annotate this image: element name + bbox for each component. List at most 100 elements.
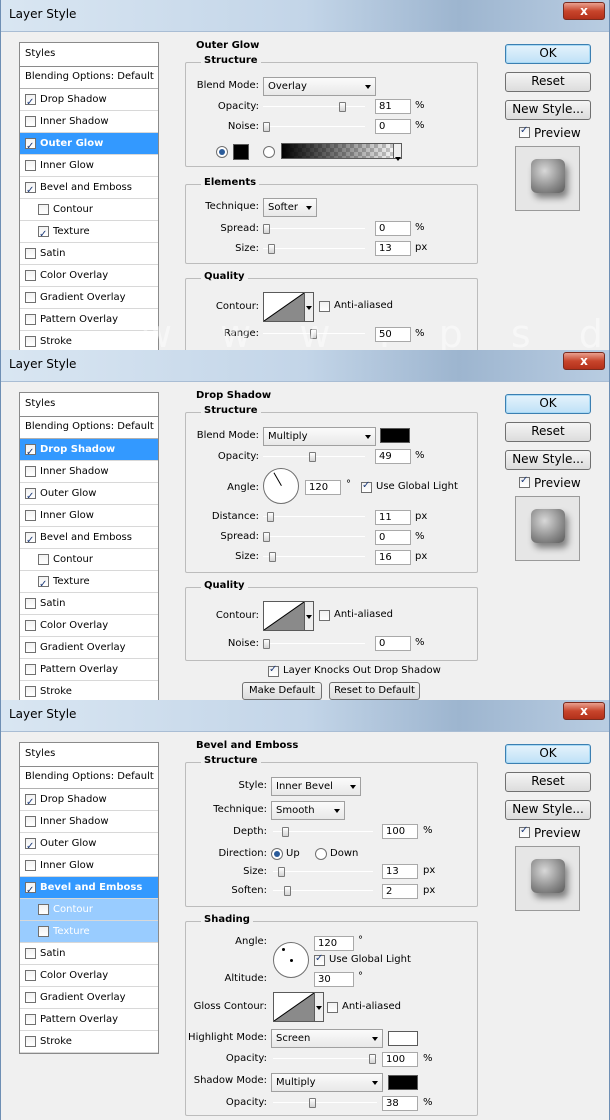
slider-thumb[interactable]	[263, 122, 270, 132]
opacity-field[interactable]: 49	[375, 449, 411, 464]
spread-slider[interactable]	[263, 223, 365, 235]
preview-checkbox[interactable]	[519, 825, 530, 838]
close-button[interactable]: x	[563, 2, 605, 20]
ok-button[interactable]: OK	[505, 394, 591, 414]
texture-checkbox[interactable]	[38, 574, 49, 595]
style-item-contour[interactable]: Contour	[20, 199, 158, 221]
slider-thumb[interactable]	[369, 1054, 376, 1064]
anti-aliased-checkbox[interactable]	[327, 1002, 338, 1013]
size-field[interactable]: 13	[375, 241, 411, 256]
blending-options-item[interactable]: Blending Options: Default	[20, 67, 158, 89]
size-slider[interactable]	[273, 866, 373, 878]
new-style-button[interactable]: New Style...	[505, 100, 591, 120]
style-item-bevel-and-emboss[interactable]: Bevel and Emboss	[20, 527, 158, 551]
pattern-overlay-checkbox[interactable]	[25, 1014, 36, 1025]
style-item-satin[interactable]: Satin	[20, 243, 158, 265]
altitude-field[interactable]: 30	[314, 972, 354, 987]
inner-shadow-checkbox[interactable]	[25, 116, 36, 127]
size-field[interactable]: 13	[382, 864, 418, 879]
preview-checkbox[interactable]	[519, 125, 530, 138]
slider-thumb[interactable]	[282, 827, 289, 837]
gradient-radio[interactable]	[263, 146, 275, 158]
soften-field[interactable]: 2	[382, 884, 418, 899]
gradient-dropdown-arrow[interactable]	[393, 143, 402, 161]
satin-checkbox[interactable]	[25, 948, 36, 959]
inner-glow-checkbox[interactable]	[25, 160, 36, 171]
stroke-checkbox[interactable]	[25, 336, 36, 347]
distance-field[interactable]: 11	[375, 510, 411, 525]
slider-thumb[interactable]	[278, 867, 285, 877]
bevel-and-emboss-checkbox[interactable]	[25, 180, 36, 201]
gradient-overlay-checkbox[interactable]	[25, 292, 36, 303]
styles-header[interactable]: Styles	[20, 393, 158, 417]
opacity-field[interactable]: 81	[375, 99, 411, 114]
knockout-checkbox[interactable]	[268, 664, 279, 677]
inner-shadow-checkbox[interactable]	[25, 816, 36, 827]
spread-field[interactable]: 0	[375, 221, 411, 236]
style-item-gradient-overlay[interactable]: Gradient Overlay	[20, 987, 158, 1009]
ok-button[interactable]: OK	[505, 44, 591, 64]
inner-glow-checkbox[interactable]	[25, 510, 36, 521]
style-item-gradient-overlay[interactable]: Gradient Overlay	[20, 637, 158, 659]
angle-dial[interactable]	[263, 468, 299, 504]
slider-thumb[interactable]	[339, 102, 346, 112]
pattern-overlay-checkbox[interactable]	[25, 314, 36, 325]
gradient-overlay-checkbox[interactable]	[25, 992, 36, 1003]
close-button[interactable]: x	[563, 702, 605, 720]
style-item-outer-glow[interactable]: Outer Glow	[20, 483, 158, 507]
bevel-and-emboss-checkbox[interactable]	[25, 530, 36, 551]
slider-thumb[interactable]	[267, 512, 274, 522]
texture-checkbox[interactable]	[38, 926, 49, 937]
shadow-opacity-slider[interactable]	[273, 1097, 377, 1109]
style-item-pattern-overlay[interactable]: Pattern Overlay	[20, 659, 158, 681]
style-item-inner-shadow[interactable]: Inner Shadow	[20, 111, 158, 133]
style-item-inner-shadow[interactable]: Inner Shadow	[20, 811, 158, 833]
contour-checkbox[interactable]	[38, 554, 49, 565]
solid-color-radio[interactable]	[216, 146, 228, 158]
style-item-outer-glow[interactable]: Outer Glow	[20, 133, 158, 157]
noise-slider[interactable]	[263, 121, 365, 133]
style-item-drop-shadow[interactable]: Drop Shadow	[20, 789, 158, 813]
style-item-color-overlay[interactable]: Color Overlay	[20, 265, 158, 287]
reset-button[interactable]: Reset	[505, 772, 591, 792]
gloss-contour-dropdown-arrow[interactable]	[315, 992, 324, 1022]
style-item-color-overlay[interactable]: Color Overlay	[20, 965, 158, 987]
style-item-satin[interactable]: Satin	[20, 943, 158, 965]
blend-mode-select[interactable]: Multiply	[263, 427, 376, 446]
shadow-mode-select[interactable]: Multiply	[271, 1073, 383, 1092]
use-global-light-checkbox[interactable]	[361, 480, 372, 493]
color-overlay-checkbox[interactable]	[25, 270, 36, 281]
blend-mode-select[interactable]: Overlay	[263, 77, 376, 96]
soften-slider[interactable]	[273, 885, 373, 897]
technique-select[interactable]: Softer	[263, 198, 317, 217]
size-slider[interactable]	[263, 243, 365, 255]
glow-gradient-picker[interactable]	[281, 143, 399, 159]
gradient-overlay-checkbox[interactable]	[25, 642, 36, 653]
styles-header[interactable]: Styles	[20, 743, 158, 767]
texture-checkbox[interactable]	[38, 224, 49, 245]
size-slider[interactable]	[263, 551, 365, 563]
highlight-mode-select[interactable]: Screen	[271, 1029, 383, 1048]
slider-thumb[interactable]	[309, 1098, 316, 1108]
spread-slider[interactable]	[263, 531, 365, 543]
anti-aliased-checkbox[interactable]	[319, 610, 330, 621]
noise-slider[interactable]	[263, 638, 365, 650]
technique-select[interactable]: Smooth	[271, 801, 345, 820]
style-item-pattern-overlay[interactable]: Pattern Overlay	[20, 309, 158, 331]
slider-thumb[interactable]	[284, 886, 291, 896]
use-global-light-checkbox[interactable]	[314, 953, 325, 966]
depth-slider[interactable]	[273, 826, 373, 838]
style-item-gradient-overlay[interactable]: Gradient Overlay	[20, 287, 158, 309]
drop-shadow-checkbox[interactable]	[25, 92, 36, 113]
inner-shadow-checkbox[interactable]	[25, 466, 36, 477]
ok-button[interactable]: OK	[505, 744, 591, 764]
slider-thumb[interactable]	[268, 244, 275, 254]
angle-field[interactable]: 120	[314, 936, 354, 951]
style-item-inner-glow[interactable]: Inner Glow	[20, 155, 158, 177]
style-item-drop-shadow[interactable]: Drop Shadow	[20, 89, 158, 113]
preview-checkbox[interactable]	[519, 475, 530, 488]
outer-glow-checkbox[interactable]	[25, 486, 36, 507]
style-item-outer-glow[interactable]: Outer Glow	[20, 833, 158, 857]
glow-color-swatch[interactable]	[233, 144, 249, 160]
highlight-color-swatch[interactable]	[388, 1031, 418, 1046]
